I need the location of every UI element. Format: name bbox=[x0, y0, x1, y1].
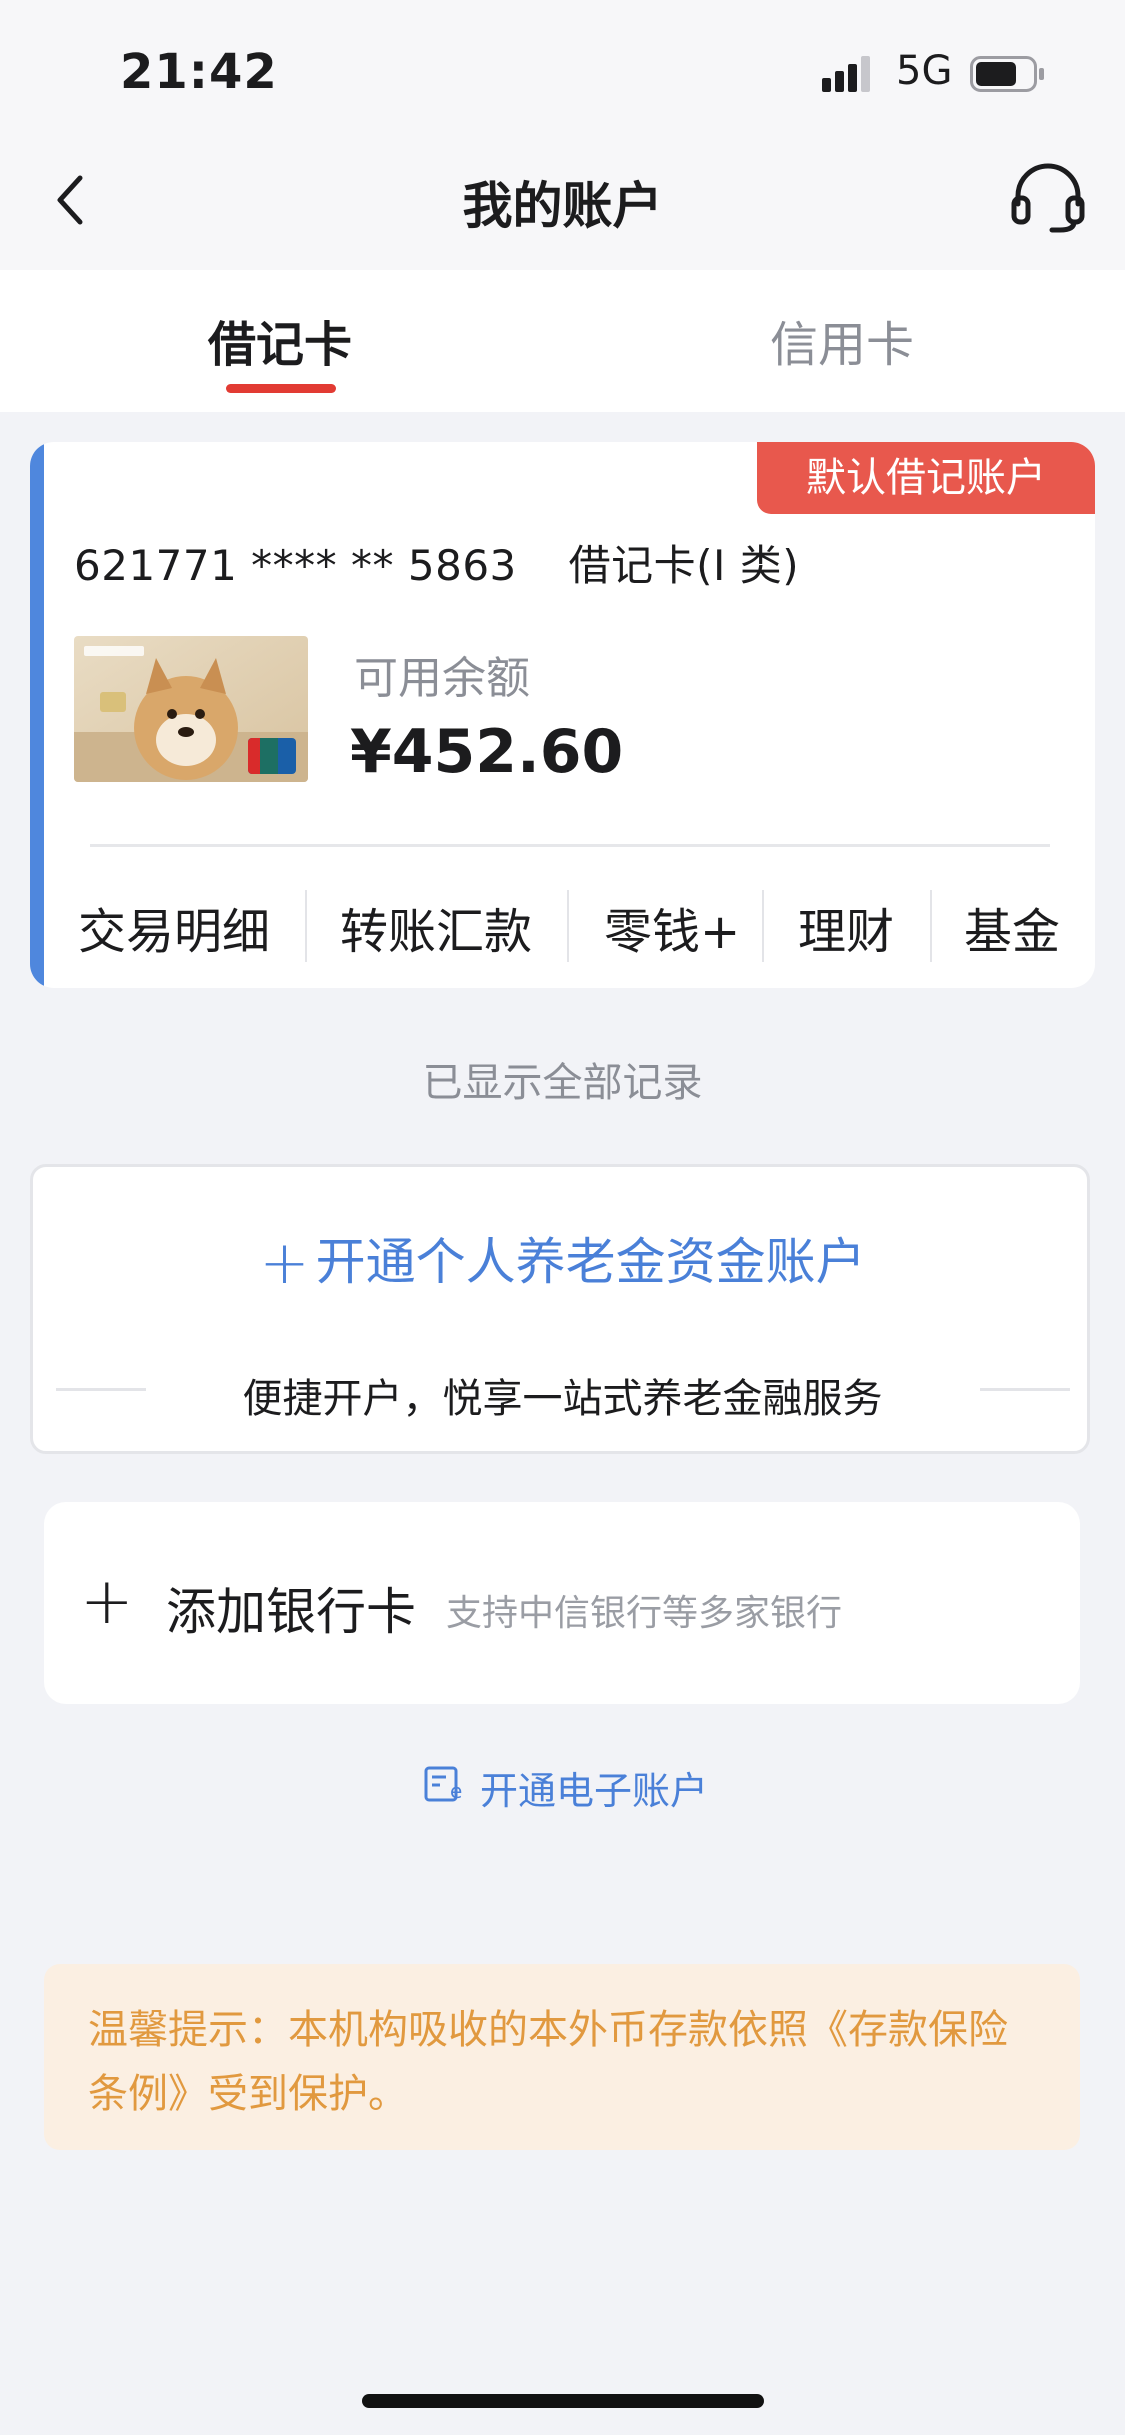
balance-label: 可用余额 bbox=[354, 653, 530, 704]
battery-icon bbox=[970, 56, 1044, 92]
cellular-signal-icon bbox=[822, 56, 870, 92]
debit-account-card[interactable]: 默认借记账户 621771 **** ** 5863 借记卡(I 类) 可用余额… bbox=[30, 442, 1095, 988]
balance-amount: ¥452.60 bbox=[350, 717, 624, 787]
account-type-tabs bbox=[0, 270, 1125, 412]
open-e-account-link[interactable]: 开通电子账户 bbox=[480, 1760, 708, 1815]
bank-card-image bbox=[74, 636, 308, 782]
action-separator bbox=[762, 890, 764, 962]
action-separator bbox=[567, 890, 569, 962]
action-funds[interactable]: 基金 bbox=[964, 892, 1060, 962]
e-account-card-icon: e bbox=[424, 1766, 462, 1802]
action-separator bbox=[930, 890, 932, 962]
deposit-insurance-tip: 温馨提示：本机构吸收的本外币存款依照《存款保险条例》受到保护。 bbox=[44, 1964, 1080, 2150]
card-accent-bar bbox=[30, 442, 44, 988]
add-bank-card-hint: 支持中信银行等多家银行 bbox=[446, 1593, 843, 1634]
status-time: 21:42 bbox=[120, 44, 278, 100]
active-tab-indicator bbox=[226, 384, 336, 393]
pension-subtitle: 便捷开户，悦享一站式养老金融服务 bbox=[242, 1376, 883, 1422]
tip-text: 温馨提示：本机构吸收的本外币存款依照《存款保险条例》受到保护。 bbox=[88, 2007, 1008, 2117]
action-transfer[interactable]: 转账汇款 bbox=[340, 892, 532, 962]
decorative-line-right bbox=[980, 1388, 1070, 1391]
headset-icon[interactable] bbox=[1010, 160, 1086, 236]
add-plus-icon: + bbox=[80, 1565, 134, 1639]
add-bank-card-label: 添加银行卡 bbox=[166, 1583, 416, 1641]
open-pension-account-link[interactable]: + 开通个人养老金资金账户 bbox=[0, 1222, 1125, 1298]
all-records-shown-text: 已显示全部记录 bbox=[422, 1060, 703, 1106]
page-title: 我的账户 bbox=[462, 177, 663, 235]
network-type: 5G bbox=[896, 48, 953, 94]
action-change-plus[interactable]: 零钱+ bbox=[604, 892, 740, 962]
action-wealth-management[interactable]: 理财 bbox=[798, 892, 894, 962]
default-account-badge: 默认借记账户 bbox=[757, 442, 1095, 514]
tab-debit-card[interactable]: 借记卡 bbox=[208, 305, 352, 375]
action-separator bbox=[305, 890, 307, 962]
home-indicator[interactable] bbox=[362, 2394, 764, 2408]
card-number: 621771 **** ** 5863 bbox=[74, 541, 517, 590]
tab-credit-card[interactable]: 信用卡 bbox=[770, 305, 914, 375]
card-number-line: 621771 **** ** 5863 借记卡(I 类) bbox=[74, 532, 799, 593]
action-transaction-details[interactable]: 交易明细 bbox=[78, 892, 270, 962]
card-type: 借记卡(I 类) bbox=[568, 541, 800, 590]
svg-text:e: e bbox=[450, 1779, 462, 1802]
card-divider bbox=[90, 844, 1050, 847]
plus-icon: + bbox=[259, 1228, 310, 1298]
pension-title-text: 开通个人养老金资金账户 bbox=[315, 1233, 866, 1291]
